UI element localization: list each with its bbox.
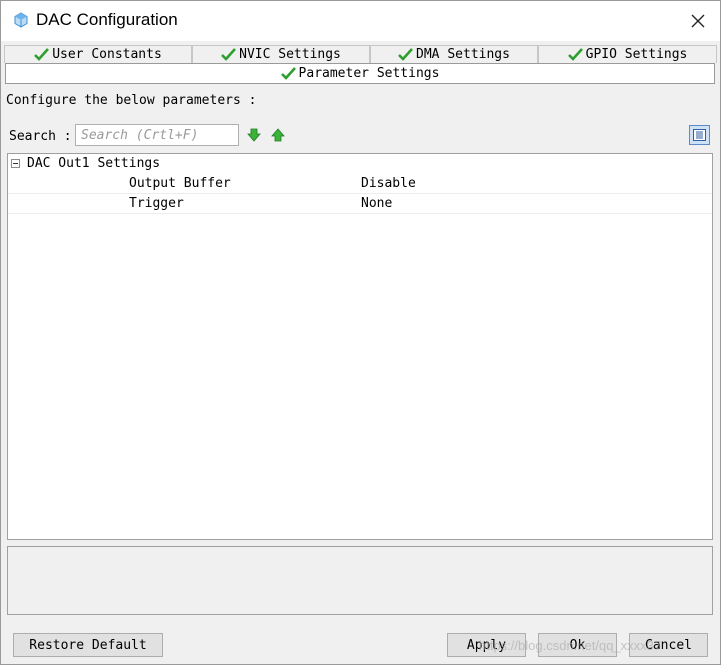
- table-row[interactable]: Trigger None: [8, 194, 712, 214]
- close-button[interactable]: [685, 9, 711, 33]
- cube-icon: [14, 12, 28, 28]
- arrow-down-icon[interactable]: [247, 128, 261, 142]
- list-view-icon: [693, 129, 706, 141]
- search-input[interactable]: [75, 124, 239, 146]
- parameter-value[interactable]: None: [361, 196, 392, 211]
- collapse-minus-icon[interactable]: [11, 159, 20, 168]
- close-icon: [691, 14, 705, 28]
- tab-label: User Constants: [52, 47, 162, 62]
- dac-configuration-dialog: DAC Configuration User Constants NVIC Se…: [0, 0, 721, 665]
- tab-parameter-settings[interactable]: Parameter Settings: [5, 63, 715, 84]
- tab-dma-settings[interactable]: DMA Settings: [370, 45, 538, 63]
- window-title: DAC Configuration: [36, 10, 178, 29]
- title-bar: DAC Configuration: [1, 1, 720, 41]
- tab-label: NVIC Settings: [239, 47, 341, 62]
- ok-button[interactable]: Ok: [538, 633, 617, 657]
- checkmark-icon: [280, 67, 296, 80]
- cancel-button[interactable]: Cancel: [629, 633, 708, 657]
- checkmark-icon: [398, 48, 413, 61]
- parameter-value[interactable]: Disable: [361, 176, 416, 191]
- tab-nvic-settings[interactable]: NVIC Settings: [192, 45, 370, 63]
- description-panel: [7, 546, 713, 615]
- apply-button[interactable]: Apply: [447, 633, 526, 657]
- tab-label: Parameter Settings: [298, 66, 440, 81]
- parameter-name: Trigger: [129, 196, 184, 211]
- tab-user-constants[interactable]: User Constants: [4, 45, 192, 63]
- tree-group-dac-out1[interactable]: DAC Out1 Settings: [8, 154, 712, 174]
- tab-label: GPIO Settings: [585, 47, 688, 62]
- parameter-tree: DAC Out1 Settings Output Buffer Disable …: [7, 153, 713, 540]
- checkmark-icon: [34, 48, 50, 61]
- arrow-up-icon[interactable]: [271, 128, 285, 142]
- table-row[interactable]: Output Buffer Disable: [8, 174, 712, 194]
- list-view-button[interactable]: [689, 125, 710, 145]
- checkmark-icon: [221, 48, 237, 61]
- tab-gpio-settings[interactable]: GPIO Settings: [538, 45, 717, 63]
- instructions-text: Configure the below parameters :: [6, 93, 257, 108]
- tab-label: DMA Settings: [416, 47, 510, 62]
- search-label: Search :: [9, 129, 72, 144]
- parameter-name: Output Buffer: [129, 176, 231, 191]
- restore-default-button[interactable]: Restore Default: [13, 633, 163, 657]
- group-label: DAC Out1 Settings: [27, 156, 161, 171]
- tab-strip: User Constants NVIC Settings DMA Setting…: [4, 45, 717, 63]
- checkmark-icon: [567, 48, 583, 61]
